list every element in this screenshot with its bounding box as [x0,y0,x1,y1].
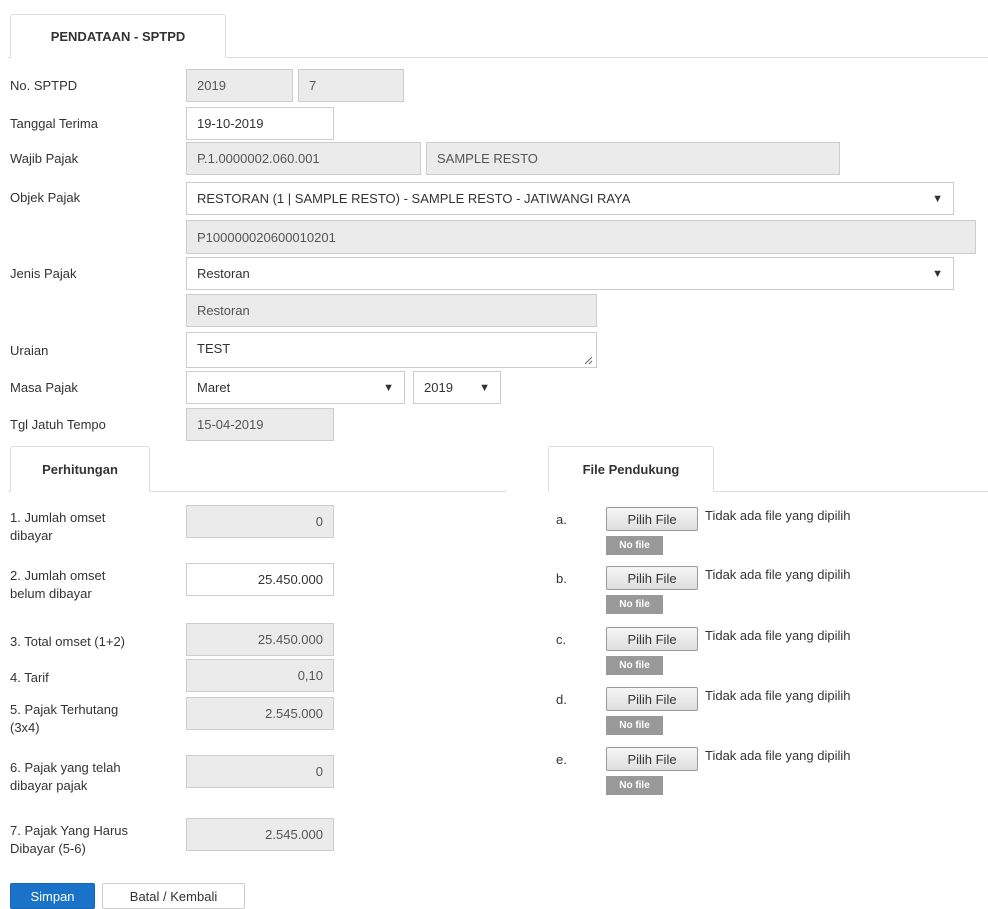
save-button[interactable]: Simpan [10,883,95,909]
objek-pajak-code-field: P100000020600010201 [186,220,976,254]
perhitungan-row-label-line2: (3x4) [10,720,40,735]
chevron-down-icon: ▼ [383,381,394,394]
tab-file-pendukung[interactable]: File Pendukung [548,446,714,492]
perhitungan-row-value: 2.545.000 [186,818,334,851]
jenis-pajak-selected: Restoran [197,266,250,281]
file-status-text: Tidak ada file yang dipilih [705,567,851,582]
no-file-badge: No file [606,656,663,675]
perhitungan-row-label-line1: 5. Pajak Terhutang [10,702,119,717]
file-row-letter: a. [556,512,567,527]
perhitungan-row-label-line1: 4. Tarif [10,670,49,685]
tgl-jatuh-tempo-label: Tgl Jatuh Tempo [10,417,106,432]
masa-pajak-label: Masa Pajak [10,380,78,395]
perhitungan-row-label: 7. Pajak Yang Harus Dibayar (5-6) [10,822,180,858]
file-status-text: Tidak ada file yang dipilih [705,508,851,523]
perhitungan-row-value[interactable]: 25.450.000 [186,563,334,596]
objek-pajak-label: Objek Pajak [10,190,81,205]
no-file-badge: No file [606,776,663,795]
choose-file-button[interactable]: Pilih File [606,747,698,771]
no-file-badge: No file [606,595,663,614]
file-status-text: Tidak ada file yang dipilih [705,628,851,643]
file-row-letter: e. [556,752,567,767]
perhitungan-row-label: 3. Total omset (1+2) [10,633,180,651]
chevron-down-icon: ▼ [479,381,490,394]
perhitungan-row-label-line1: 2. Jumlah omset [10,568,106,583]
tab-perhitungan[interactable]: Perhitungan [10,446,150,492]
masa-pajak-month-selected: Maret [197,380,231,395]
perhitungan-row-label-line2: belum dibayar [10,586,92,601]
perhitungan-row-label: 1. Jumlah omset dibayar [10,509,180,545]
perhitungan-row-label-line1: 7. Pajak Yang Harus [10,823,129,838]
masa-pajak-year-selected: 2019 [424,380,453,395]
wajib-pajak-npwpd-field: P.1.0000002.060.001 [186,142,421,175]
objek-pajak-select[interactable]: RESTORAN (1 | SAMPLE RESTO) - SAMPLE RES… [186,182,954,215]
perhitungan-row-label-line1: 3. Total omset (1+2) [10,634,126,649]
perhitungan-row-value: 0 [186,755,334,788]
perhitungan-row-value: 25.450.000 [186,623,334,656]
perhitungan-row-label: 2. Jumlah omset belum dibayar [10,567,180,603]
chevron-down-icon: ▼ [932,267,943,280]
file-row-letter: b. [556,571,567,586]
perhitungan-row-label: 4. Tarif [10,669,180,687]
sptpd-year-field: 2019 [186,69,293,102]
choose-file-button[interactable]: Pilih File [606,687,698,711]
perhitungan-row-label-line1: 6. Pajak yang telah [10,760,121,775]
perhitungan-row-value: 0 [186,505,334,538]
file-row-letter: d. [556,692,567,707]
perhitungan-row-label-line2: Dibayar (5-6) [10,841,86,856]
file-status-text: Tidak ada file yang dipilih [705,688,851,703]
perhitungan-row-label-line1: 1. Jumlah omset [10,510,106,525]
jenis-pajak-select[interactable]: Restoran ▼ [186,257,954,290]
jenis-pajak-label: Jenis Pajak [10,266,77,281]
perhitungan-row-label: 5. Pajak Terhutang (3x4) [10,701,180,737]
choose-file-button[interactable]: Pilih File [606,566,698,590]
file-status-text: Tidak ada file yang dipilih [705,748,851,763]
no-sptpd-label: No. SPTPD [10,78,78,93]
masa-pajak-year-select[interactable]: 2019 ▼ [413,371,501,404]
file-row-letter: c. [556,632,567,647]
jenis-pajak-readonly-field: Restoran [186,294,597,327]
no-file-badge: No file [606,716,663,735]
choose-file-button[interactable]: Pilih File [606,627,698,651]
wajib-pajak-name-field: SAMPLE RESTO [426,142,840,175]
perhitungan-row-label: 6. Pajak yang telah dibayar pajak [10,759,180,795]
uraian-value: TEST [197,341,231,356]
tab-pendataan-sptpd[interactable]: PENDATAAN - SPTPD [10,14,226,58]
sptpd-number-field: 7 [298,69,404,102]
perhitungan-row-label-line2: dibayar pajak [10,778,88,793]
chevron-down-icon: ▼ [932,192,943,205]
perhitungan-row-value: 2.545.000 [186,697,334,730]
masa-pajak-month-select[interactable]: Maret ▼ [186,371,405,404]
choose-file-button[interactable]: Pilih File [606,507,698,531]
resize-handle-icon[interactable] [584,356,593,365]
uraian-textarea[interactable]: TEST [186,332,597,368]
uraian-label: Uraian [10,343,49,358]
perhitungan-row-value: 0,10 [186,659,334,692]
perhitungan-row-label-line2: dibayar [10,528,53,543]
no-file-badge: No file [606,536,663,555]
cancel-button[interactable]: Batal / Kembali [102,883,245,909]
wajib-pajak-label: Wajib Pajak [10,151,79,166]
tgl-jatuh-tempo-field: 15-04-2019 [186,408,334,441]
tanggal-terima-label: Tanggal Terima [10,116,98,131]
objek-pajak-selected: RESTORAN (1 | SAMPLE RESTO) - SAMPLE RES… [197,191,631,206]
tanggal-terima-input[interactable]: 19-10-2019 [186,107,334,140]
